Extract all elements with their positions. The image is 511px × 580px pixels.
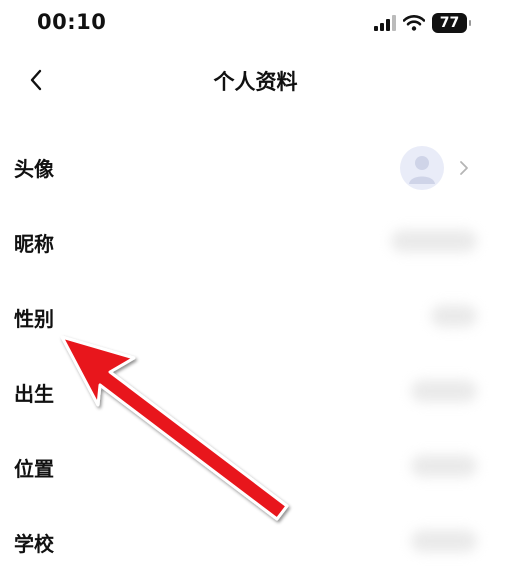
row-nickname[interactable]: 昵称 <box>0 205 511 280</box>
row-school[interactable]: 学校 <box>0 505 511 580</box>
status-bar: 00:10 77 <box>0 0 511 46</box>
blurred-value <box>411 380 477 402</box>
status-icons: 77 <box>374 12 471 34</box>
blurred-value <box>431 305 477 327</box>
profile-list: 头像 昵称 性别 出生 位置 学校 <box>0 130 511 580</box>
blurred-value <box>411 530 477 552</box>
page-title: 个人资料 <box>213 70 298 94</box>
row-label: 昵称 <box>14 232 54 256</box>
battery-level: 77 <box>439 15 460 31</box>
row-label: 位置 <box>14 457 54 481</box>
row-avatar[interactable]: 头像 <box>0 130 511 205</box>
row-birth[interactable]: 出生 <box>0 355 511 430</box>
avatar[interactable] <box>400 146 444 190</box>
row-gender[interactable]: 性别 <box>0 280 511 355</box>
row-location[interactable]: 位置 <box>0 430 511 505</box>
row-label: 出生 <box>14 382 54 406</box>
chevron-right-icon <box>460 161 468 175</box>
status-time: 00:10 <box>37 10 107 34</box>
row-label: 学校 <box>14 532 54 556</box>
row-label: 性别 <box>14 307 54 331</box>
wifi-icon <box>403 15 425 31</box>
blurred-value <box>411 455 477 477</box>
row-label: 头像 <box>14 157 54 181</box>
battery-icon: 77 <box>432 13 471 33</box>
cellular-signal-icon <box>374 15 396 31</box>
default-avatar-icon <box>409 156 435 184</box>
nav-bar: 个人资料 <box>0 54 511 106</box>
blurred-value <box>391 230 477 252</box>
